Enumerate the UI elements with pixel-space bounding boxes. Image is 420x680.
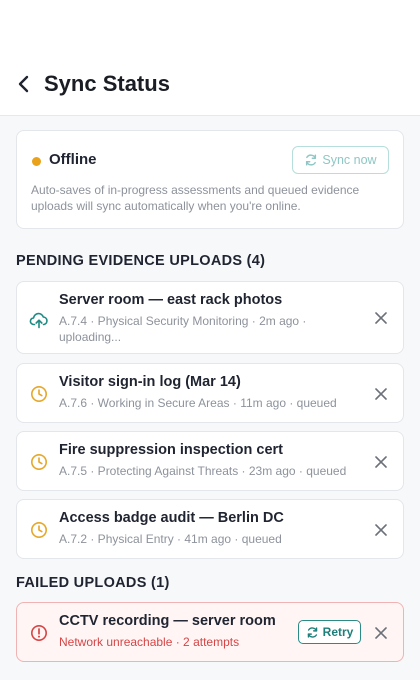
close-icon [375,627,387,639]
close-icon [375,312,387,324]
upload-status-line: uploading... [59,330,122,344]
remove-upload-button[interactable] [373,386,389,402]
refresh-icon [307,626,317,638]
retry-label: Retry [322,625,354,639]
close-icon [375,456,387,468]
remove-upload-button[interactable] [373,454,389,470]
chevron-left-icon [18,75,29,93]
pending-upload-item[interactable]: Fire suppression inspection cert A.7.5 ·… [16,431,404,491]
remove-upload-button[interactable] [373,625,389,641]
status-label: Offline [49,151,97,168]
pending-upload-item[interactable]: Visitor sign-in log (Mar 14) A.7.6 · Wor… [16,363,404,423]
status-description: Auto-saves of in-progress assessments an… [31,183,360,213]
upload-meta: A.7.6 · Working in Secure Areas · 11m ag… [59,396,337,410]
upload-title: Access badge audit — Berlin DC [59,510,284,526]
close-icon [375,524,387,536]
pending-upload-item[interactable]: Access badge audit — Berlin DC A.7.2 · P… [16,499,404,559]
upload-title: Fire suppression inspection cert [59,442,283,458]
pending-uploads-heading: PENDING EVIDENCE UPLOADS (4) [16,253,266,269]
status-dot [32,157,41,166]
upload-title: Visitor sign-in log (Mar 14) [59,374,241,390]
clock-icon [29,520,49,540]
remove-upload-button[interactable] [373,522,389,538]
connection-status-card: Offline Sync now Auto-saves of in-progre… [16,130,404,229]
failed-upload-item[interactable]: CCTV recording — server room Network unr… [16,602,404,662]
sync-now-label: Sync now [322,153,377,167]
clock-icon [29,452,49,472]
clock-icon [29,384,49,404]
upload-title: CCTV recording — server room [59,613,276,629]
upload-title: Server room — east rack photos [59,292,283,308]
cloud-upload-icon [29,310,49,330]
sync-now-button[interactable]: Sync now [292,146,389,174]
back-button[interactable] [12,70,36,98]
close-icon [375,388,387,400]
failed-uploads-heading: FAILED UPLOADS (1) [16,575,170,591]
upload-meta: A.7.4 · Physical Security Monitoring · 2… [59,313,306,345]
upload-meta: A.7.2 · Physical Entry · 41m ago · queue… [59,532,282,546]
pending-upload-item[interactable]: Server room — east rack photos A.7.4 · P… [16,281,404,354]
top-bar: Sync Status [0,0,420,116]
failure-reason: Network unreachable · 2 attempts [59,635,240,649]
refresh-icon [306,154,317,166]
remove-upload-button[interactable] [373,310,389,326]
retry-button[interactable]: Retry [298,620,361,644]
alert-circle-icon [29,623,49,643]
page-title: Sync Status [44,71,170,96]
upload-meta: A.7.5 · Protecting Against Threats · 23m… [59,464,347,478]
upload-meta-line: A.7.4 · Physical Security Monitoring · 2… [59,314,307,328]
